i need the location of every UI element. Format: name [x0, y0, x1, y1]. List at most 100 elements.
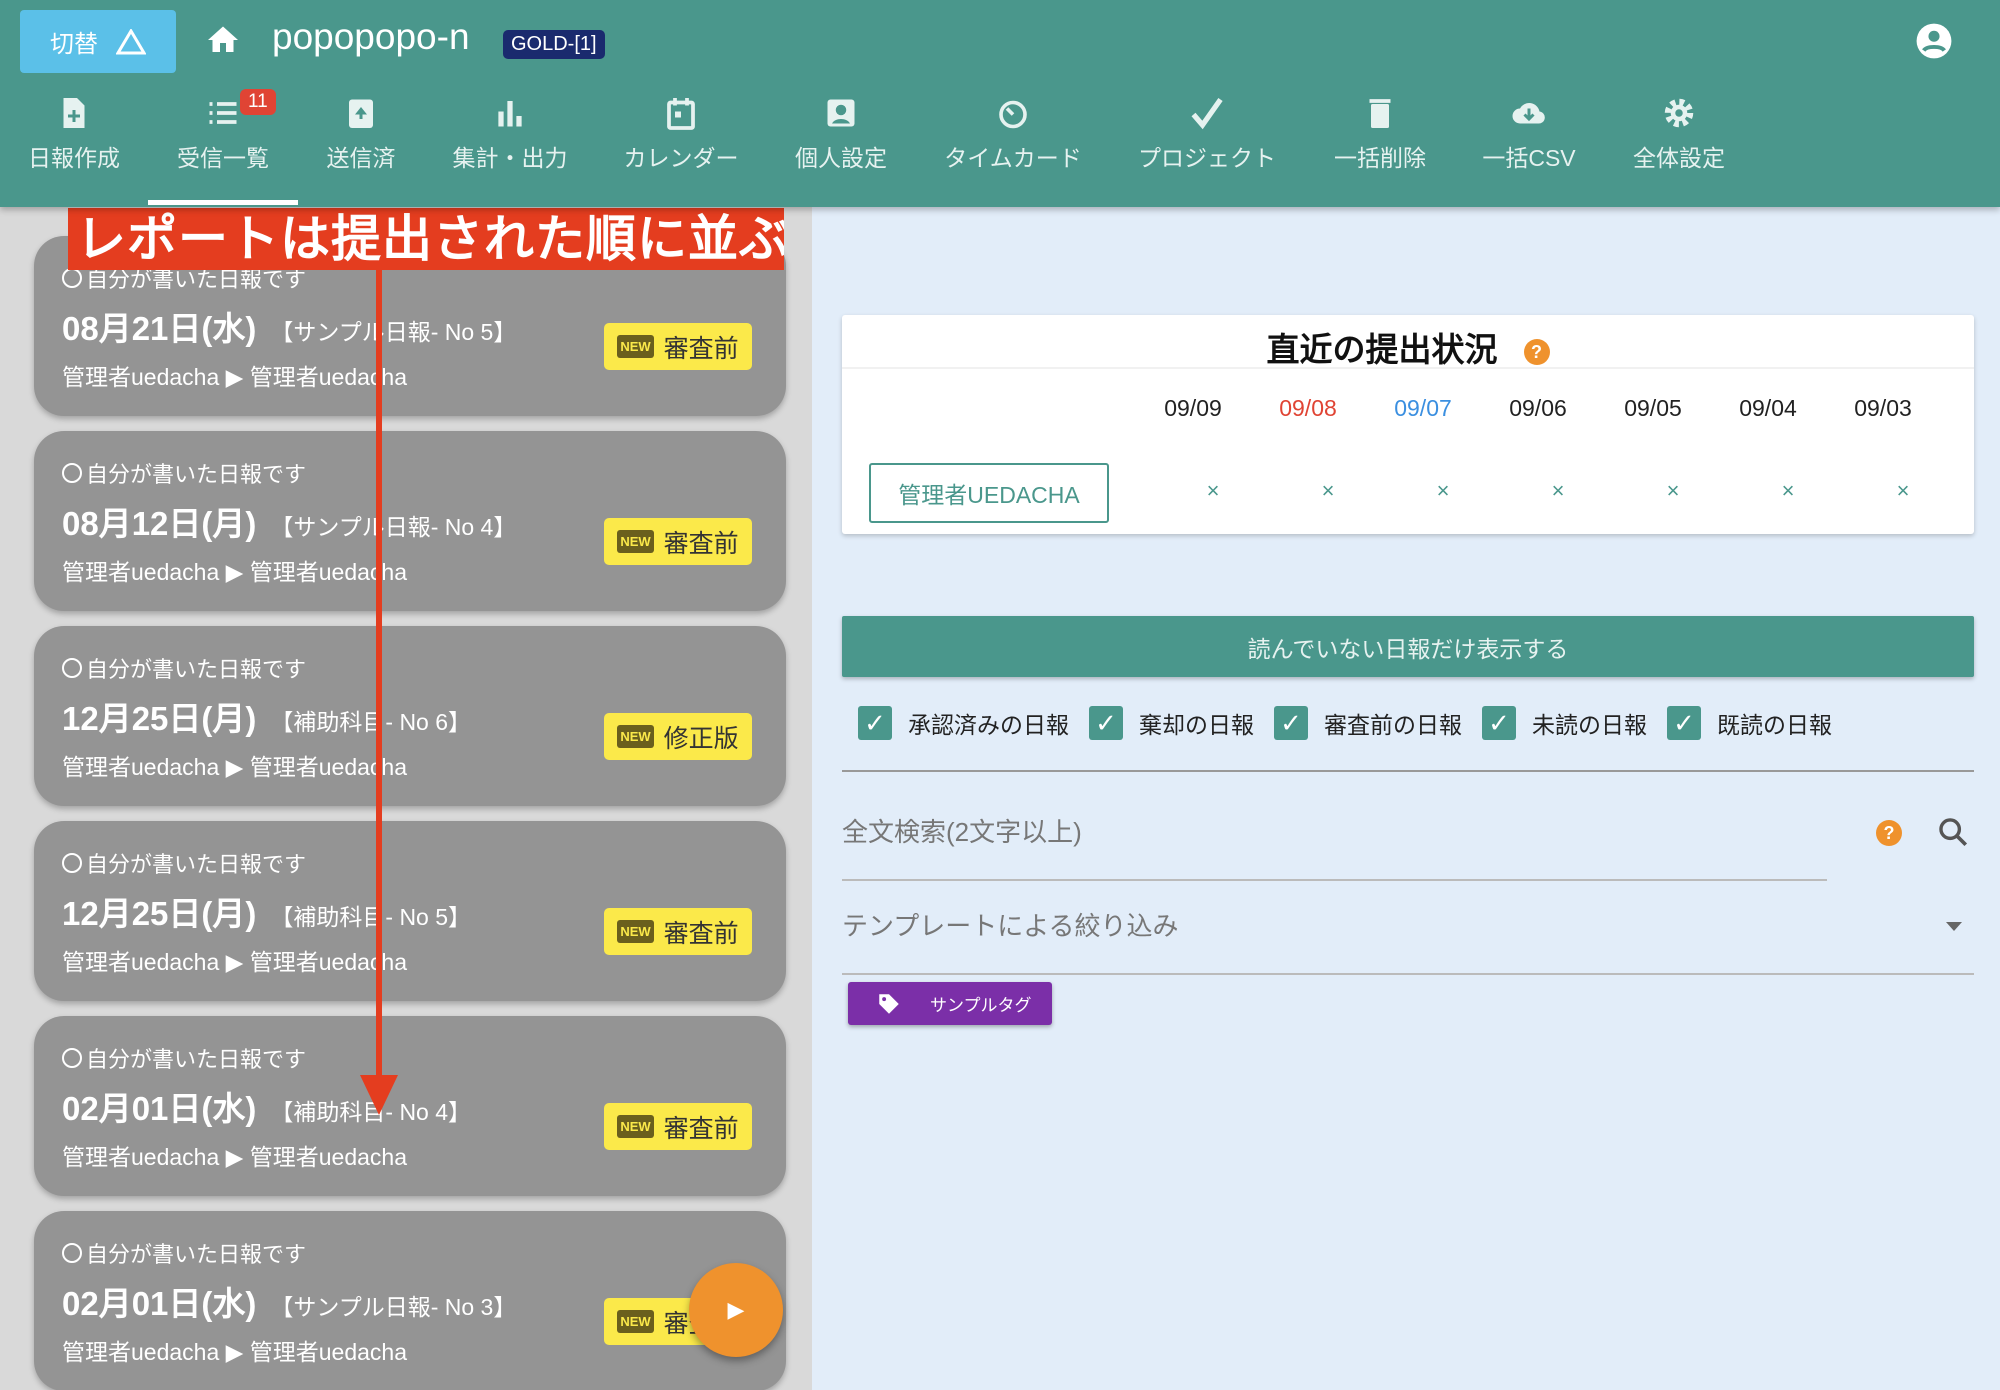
report-from: 管理者uedacha: [62, 364, 220, 390]
switch-button[interactable]: 切替: [20, 10, 176, 73]
bar-chart-icon: [498, 101, 522, 127]
file-plus-icon: [63, 98, 85, 128]
checkbox-checked-icon[interactable]: ✓: [1667, 706, 1701, 740]
checkbox-label: 未読の日報: [1532, 712, 1647, 738]
play-arrow-icon: ▶: [225, 1144, 244, 1170]
nav-label: 一括削除: [1334, 145, 1426, 171]
new-icon: NEW: [617, 920, 654, 943]
nav-item-1[interactable]: 受信一覧 11: [148, 89, 298, 205]
report-template: 【補助科目- No 5】: [270, 904, 472, 930]
home-icon[interactable]: [205, 22, 241, 58]
annotation-arrow: [376, 270, 382, 1085]
report-date: 12月25日(月): [62, 700, 257, 737]
divider: [842, 367, 1974, 369]
search-help-icon[interactable]: ?: [1876, 820, 1902, 846]
checkbox-checked-icon[interactable]: ✓: [1482, 706, 1516, 740]
not-submitted-mark: ×: [1436, 478, 1450, 503]
check-icon: [1191, 97, 1223, 130]
checkbox-checked-icon[interactable]: ✓: [1274, 706, 1308, 740]
filter-checkbox[interactable]: ✓ 承認済みの日報: [858, 706, 1069, 740]
date-column-header: 09/04: [1739, 395, 1797, 421]
user-button[interactable]: 管理者UEDACHA: [869, 463, 1109, 523]
report-to: 管理者uedacha: [249, 949, 407, 975]
help-icon[interactable]: ?: [1523, 339, 1550, 366]
report-list[interactable]: 自分が書いた日報です 08月21日(水) 【サンプル日報- No 5】 管理者ueda…: [0, 207, 812, 1390]
new-icon: NEW: [617, 530, 654, 553]
annotation-banner: レポートは提出された順に並ぶ: [68, 208, 784, 270]
nav-item-2[interactable]: 送信済: [286, 95, 436, 173]
face-icon: [62, 463, 82, 483]
own-report-note: 自分が書いた日報です: [86, 462, 307, 487]
nav-item-10[interactable]: 全体設定: [1604, 95, 1754, 173]
report-date: 02月01日(水): [62, 1285, 257, 1322]
checkbox-label: 審査前の日報: [1324, 712, 1462, 738]
report-date: 08月21日(水): [62, 310, 257, 347]
nav-item-4[interactable]: カレンダー: [606, 95, 756, 173]
status-label: 審査前: [663, 919, 739, 948]
status-badge: NEW 審査前: [604, 1103, 752, 1150]
date-column-header: 09/07: [1394, 395, 1452, 421]
cloud-download-icon: [1512, 103, 1545, 124]
not-submitted-mark: ×: [1321, 478, 1335, 503]
report-to: 管理者uedacha: [249, 364, 407, 390]
own-report-note: 自分が書いた日報です: [86, 1242, 307, 1267]
show-unread-button[interactable]: 読んでいない日報だけ表示する: [842, 616, 1974, 677]
template-filter-select[interactable]: テンプレートによる絞り込み: [842, 906, 1178, 943]
new-icon: NEW: [617, 725, 654, 748]
date-column-header: 09/05: [1624, 395, 1682, 421]
nav-item-0[interactable]: 日報作成: [0, 95, 149, 173]
report-card[interactable]: 自分が書いた日報です 02月01日(水) 【補助科目- No 4】 管理者uedach…: [34, 1016, 786, 1196]
nav-label: 送信済: [326, 145, 396, 171]
report-date: 12月25日(月): [62, 895, 257, 932]
checkbox-checked-icon[interactable]: ✓: [858, 706, 892, 740]
date-column-header: 09/08: [1279, 395, 1337, 421]
annotation-arrowhead: [360, 1075, 398, 1115]
report-card[interactable]: 自分が書いた日報です 12月25日(月) 【補助科目- No 6】 管理者uedach…: [34, 626, 786, 806]
play-arrow-icon: ▶: [225, 949, 244, 975]
nav-label: プロジェクト: [1138, 145, 1276, 171]
search-underline: [842, 879, 1827, 881]
play-arrow-icon: ▶: [225, 364, 244, 390]
search-icon[interactable]: [1936, 815, 1970, 849]
report-card[interactable]: 自分が書いた日報です 12月25日(月) 【補助科目- No 5】 管理者uedach…: [34, 821, 786, 1001]
status-badge: NEW 修正版: [604, 713, 752, 760]
filter-checkbox[interactable]: ✓ 未読の日報: [1482, 706, 1647, 740]
next-fab-button[interactable]: ▶: [689, 1263, 783, 1357]
person-icon: [827, 99, 855, 127]
face-icon: [62, 1048, 82, 1068]
filter-checkbox[interactable]: ✓ 棄却の日報: [1089, 706, 1254, 740]
nav-item-9[interactable]: 一括CSV: [1454, 95, 1604, 173]
tag-icon: [879, 993, 899, 1014]
report-to: 管理者uedacha: [249, 1339, 407, 1365]
nav-item-6[interactable]: タイムカード: [938, 95, 1088, 173]
filter-checkbox[interactable]: ✓ 審査前の日報: [1274, 706, 1462, 740]
report-from: 管理者uedacha: [62, 559, 220, 585]
account-icon[interactable]: [1915, 22, 1953, 60]
chevron-down-icon[interactable]: [1946, 922, 1962, 931]
select-underline: [842, 973, 1974, 975]
fulltext-search-input[interactable]: 全文検索(2文字以上): [842, 812, 1082, 849]
nav-item-3[interactable]: 集計・出力: [435, 95, 585, 173]
checkbox-label: 棄却の日報: [1139, 712, 1254, 738]
tag-chip[interactable]: サンプルタグ: [848, 982, 1052, 1025]
nav-item-5[interactable]: 個人設定: [766, 95, 916, 173]
nav-label: 全体設定: [1633, 145, 1725, 171]
report-card[interactable]: 自分が書いた日報です 02月01日(水) 【サンプル日報- No 3】 管理者ueda…: [34, 1211, 786, 1390]
plan-badge: GOLD-[1]: [503, 30, 605, 59]
submission-title: 直近の提出状況: [1266, 331, 1498, 368]
new-icon: NEW: [617, 1115, 654, 1138]
filter-checkbox[interactable]: ✓ 既読の日報: [1667, 706, 1832, 740]
divider: [842, 770, 1974, 772]
report-date: 02月01日(水): [62, 1090, 257, 1127]
checkbox-checked-icon[interactable]: ✓: [1089, 706, 1123, 740]
nav-item-8[interactable]: 一括削除: [1305, 95, 1455, 173]
report-card[interactable]: 自分が書いた日報です 08月12日(月) 【サンプル日報- No 4】 管理者ueda…: [34, 431, 786, 611]
chevron-right-icon: ▶: [727, 1297, 745, 1322]
status-badge: NEW 審査前: [604, 908, 752, 955]
nav-item-7[interactable]: プロジェクト: [1132, 95, 1282, 173]
nav-label: 個人設定: [795, 145, 887, 171]
not-submitted-mark: ×: [1896, 478, 1910, 503]
status-badge: NEW 審査前: [604, 518, 752, 565]
report-template: 【補助科目- No 6】: [270, 709, 472, 735]
checkbox-label: 既読の日報: [1717, 712, 1832, 738]
